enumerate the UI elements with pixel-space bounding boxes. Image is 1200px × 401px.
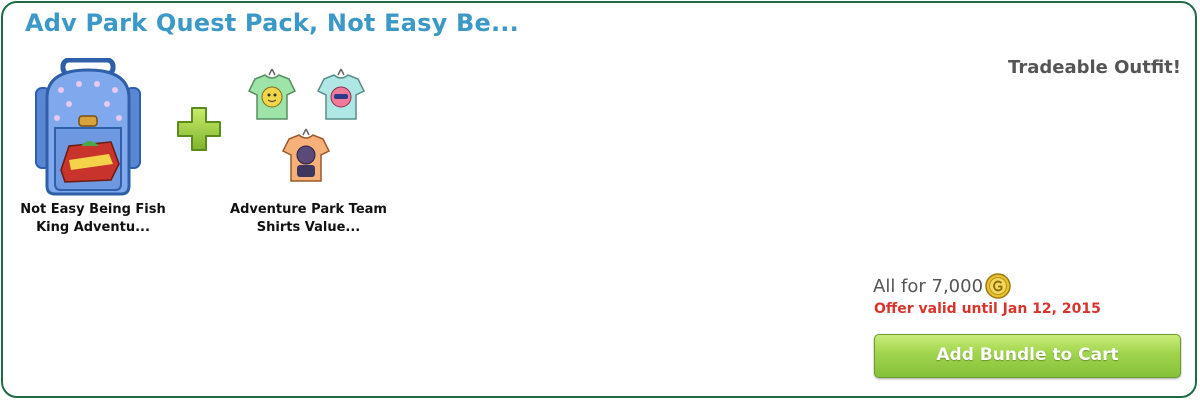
item-label-line: Not Easy Being Fish — [20, 202, 166, 217]
item-label-team-shirts[interactable]: Adventure Park Team Shirts Value... — [221, 201, 396, 237]
tradeable-note: Tradeable Outfit! — [1008, 57, 1181, 78]
plus-icon — [177, 107, 221, 151]
gold-coin-icon — [985, 273, 1011, 299]
team-shirt-icon[interactable] — [281, 127, 331, 185]
bundle-title: Adv Park Quest Pack, Not Easy Be... — [25, 9, 519, 37]
add-bundle-to-cart-button[interactable]: Add Bundle to Cart — [874, 334, 1181, 378]
item-label-line: Shirts Value... — [256, 220, 361, 235]
item-label-line: King Adventu... — [36, 220, 150, 235]
item-label-line: Adventure Park Team — [230, 202, 387, 217]
backpack-icon[interactable] — [33, 58, 143, 198]
bundle-card: Adv Park Quest Pack, Not Easy Be... Trad… — [1, 1, 1197, 398]
team-shirt-icon[interactable] — [247, 67, 297, 123]
team-shirt-icon[interactable] — [316, 67, 366, 123]
price-label: All for 7,000 — [873, 275, 984, 297]
bundle-price: All for 7,000 — [873, 273, 1011, 299]
offer-validity: Offer valid until Jan 12, 2015 — [874, 301, 1101, 317]
item-label-fish-king[interactable]: Not Easy Being Fish King Adventu... — [13, 201, 173, 237]
